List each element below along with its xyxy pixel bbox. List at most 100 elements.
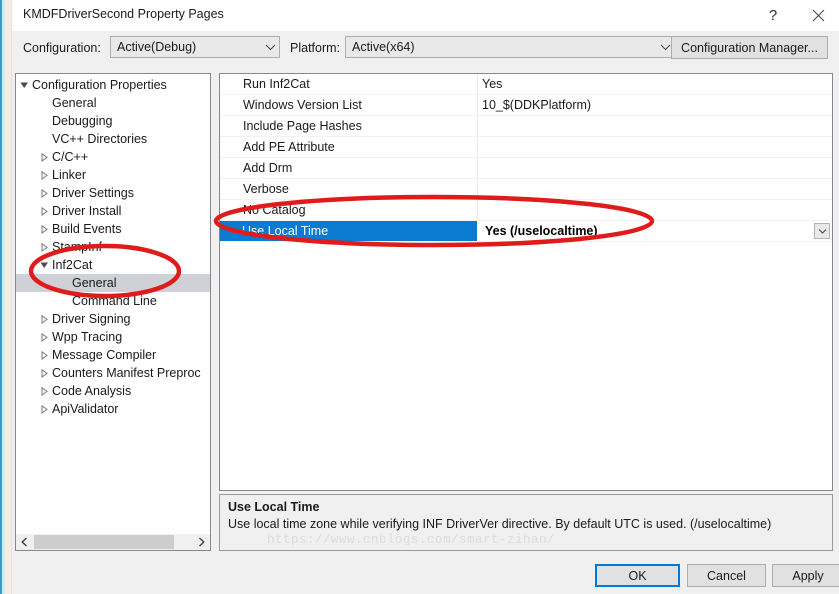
property-value: Yes	[482, 77, 503, 91]
property-name: Include Page Hashes	[243, 119, 362, 133]
property-name: Run Inf2Cat	[243, 77, 310, 91]
column-divider	[477, 74, 478, 94]
dialog-title: KMDFDriverSecond Property Pages	[23, 7, 224, 21]
chevron-left-icon[interactable]	[16, 534, 33, 550]
close-icon	[812, 9, 825, 22]
question-mark-icon: ?	[768, 7, 778, 24]
property-name: Add Drm	[243, 161, 293, 175]
triangle-right-icon[interactable]	[36, 238, 52, 256]
column-divider	[477, 200, 478, 220]
triangle-down-icon[interactable]	[16, 76, 32, 94]
property-row[interactable]: Run Inf2Cat Yes	[220, 74, 832, 95]
close-button[interactable]	[796, 0, 839, 31]
tree-item-label: Linker	[52, 168, 87, 182]
triangle-right-icon[interactable]	[36, 310, 52, 328]
tree-item-label: Counters Manifest Preproc	[52, 366, 201, 380]
tree-item-code-analysis[interactable]: Code Analysis	[16, 382, 210, 400]
ok-button[interactable]: OK	[595, 564, 680, 587]
tree-item-label: Driver Settings	[52, 186, 134, 200]
tree-item-label: Driver Install	[52, 204, 122, 218]
chevron-right-icon[interactable]	[193, 534, 210, 550]
apply-button[interactable]: Apply	[772, 564, 839, 587]
tree-horizontal-scrollbar[interactable]	[16, 533, 210, 550]
tree-item-configuration-properties[interactable]: Configuration Properties	[16, 76, 210, 94]
tree-item-message-compiler[interactable]: Message Compiler	[16, 346, 210, 364]
property-name: Add PE Attribute	[243, 140, 335, 154]
tree-item-wpp-tracing[interactable]: Wpp Tracing	[16, 328, 210, 346]
triangle-right-icon[interactable]	[36, 184, 52, 202]
tree-item-counters-manifest-preproc[interactable]: Counters Manifest Preproc	[16, 364, 210, 382]
tree-item-build-events[interactable]: Build Events	[16, 220, 210, 238]
tree-item-label: General	[72, 276, 117, 290]
property-value[interactable]: Yes (/uselocaltime)	[479, 221, 832, 241]
configuration-dropdown[interactable]: Active(Debug)	[110, 36, 280, 58]
description-title: Use Local Time	[228, 500, 320, 514]
property-pages-dialog: KMDFDriverSecond Property Pages ? Config…	[0, 0, 839, 594]
property-row[interactable]: No Catalog	[220, 200, 832, 221]
tree-item-label: Command Line	[72, 294, 157, 308]
column-divider	[477, 116, 478, 136]
column-divider	[477, 137, 478, 157]
tree-item-label: Driver Signing	[52, 312, 131, 326]
configuration-value: Active(Debug)	[117, 40, 197, 54]
triangle-right-icon[interactable]	[36, 328, 52, 346]
tree-item-label: General	[52, 96, 97, 110]
property-description-panel: Use Local Time Use local time zone while…	[219, 494, 833, 551]
tree-item-general[interactable]: General	[16, 274, 210, 292]
tree-item-stampinf[interactable]: StampInf	[16, 238, 210, 256]
chevron-down-icon	[818, 221, 827, 241]
tree-item-linker[interactable]: Linker	[16, 166, 210, 184]
triangle-right-icon[interactable]	[36, 166, 52, 184]
tree-item-vc-directories[interactable]: VC++ Directories	[16, 130, 210, 148]
watermark-url: https://www.cnblogs.com/smart-zihan/	[267, 533, 556, 547]
column-divider	[477, 221, 478, 241]
property-row[interactable]: Windows Version List 10_$(DDKPlatform)	[220, 95, 832, 116]
column-divider	[477, 179, 478, 199]
column-divider	[477, 158, 478, 178]
column-divider	[477, 95, 478, 115]
tree-item-label: Message Compiler	[52, 348, 157, 362]
tree-item-command-line[interactable]: Command Line	[16, 292, 210, 310]
tree-item-driver-settings[interactable]: Driver Settings	[16, 184, 210, 202]
property-row[interactable]: Add PE Attribute	[220, 137, 832, 158]
triangle-right-icon[interactable]	[36, 202, 52, 220]
property-grid[interactable]: Run Inf2Cat Yes Windows Version List 10_$(D…	[219, 73, 833, 491]
help-button[interactable]: ?	[751, 0, 795, 31]
tree-item-apivalidator[interactable]: ApiValidator	[16, 400, 210, 418]
property-row[interactable]: Include Page Hashes	[220, 116, 832, 137]
tree-item-label: StampInf	[52, 240, 103, 254]
property-row[interactable]: Use Local Time Yes (/uselocaltime)	[220, 221, 832, 242]
tree-item-label: Inf2Cat	[52, 258, 93, 272]
tree-item-c-c[interactable]: C/C++	[16, 148, 210, 166]
configuration-manager-button[interactable]: Configuration Manager...	[671, 36, 828, 59]
tree-item-driver-signing[interactable]: Driver Signing	[16, 310, 210, 328]
triangle-right-icon[interactable]	[36, 346, 52, 364]
tree-item-general[interactable]: General	[16, 94, 210, 112]
configuration-properties-tree[interactable]: Configuration Properties General Debugging…	[15, 73, 211, 551]
property-name: Use Local Time	[220, 221, 477, 241]
tree-item-label: Build Events	[52, 222, 122, 236]
tree-item-inf2cat[interactable]: Inf2Cat	[16, 256, 210, 274]
tree-item-label: VC++ Directories	[52, 132, 148, 146]
property-value-dropdown-button[interactable]	[814, 223, 830, 239]
platform-dropdown[interactable]: Active(x64)	[345, 36, 675, 58]
tree-item-label: ApiValidator	[52, 402, 119, 416]
triangle-right-icon[interactable]	[36, 220, 52, 238]
platform-value: Active(x64)	[352, 40, 415, 54]
tree-item-label: Debugging	[52, 114, 113, 128]
triangle-right-icon[interactable]	[36, 364, 52, 382]
property-row[interactable]: Add Drm	[220, 158, 832, 179]
tree-item-driver-install[interactable]: Driver Install	[16, 202, 210, 220]
title-bar: KMDFDriverSecond Property Pages ?	[12, 0, 839, 31]
tree-item-label: Wpp Tracing	[52, 330, 123, 344]
tree-item-label: Configuration Properties	[32, 78, 167, 92]
property-row[interactable]: Verbose	[220, 179, 832, 200]
scrollbar-thumb[interactable]	[34, 535, 174, 549]
triangle-down-icon[interactable]	[36, 256, 52, 274]
triangle-right-icon[interactable]	[36, 400, 52, 418]
tree-item-debugging[interactable]: Debugging	[16, 112, 210, 130]
dialog-body: KMDFDriverSecond Property Pages ? Config…	[11, 0, 839, 594]
cancel-button[interactable]: Cancel	[687, 564, 766, 587]
triangle-right-icon[interactable]	[36, 382, 52, 400]
triangle-right-icon[interactable]	[36, 148, 52, 166]
